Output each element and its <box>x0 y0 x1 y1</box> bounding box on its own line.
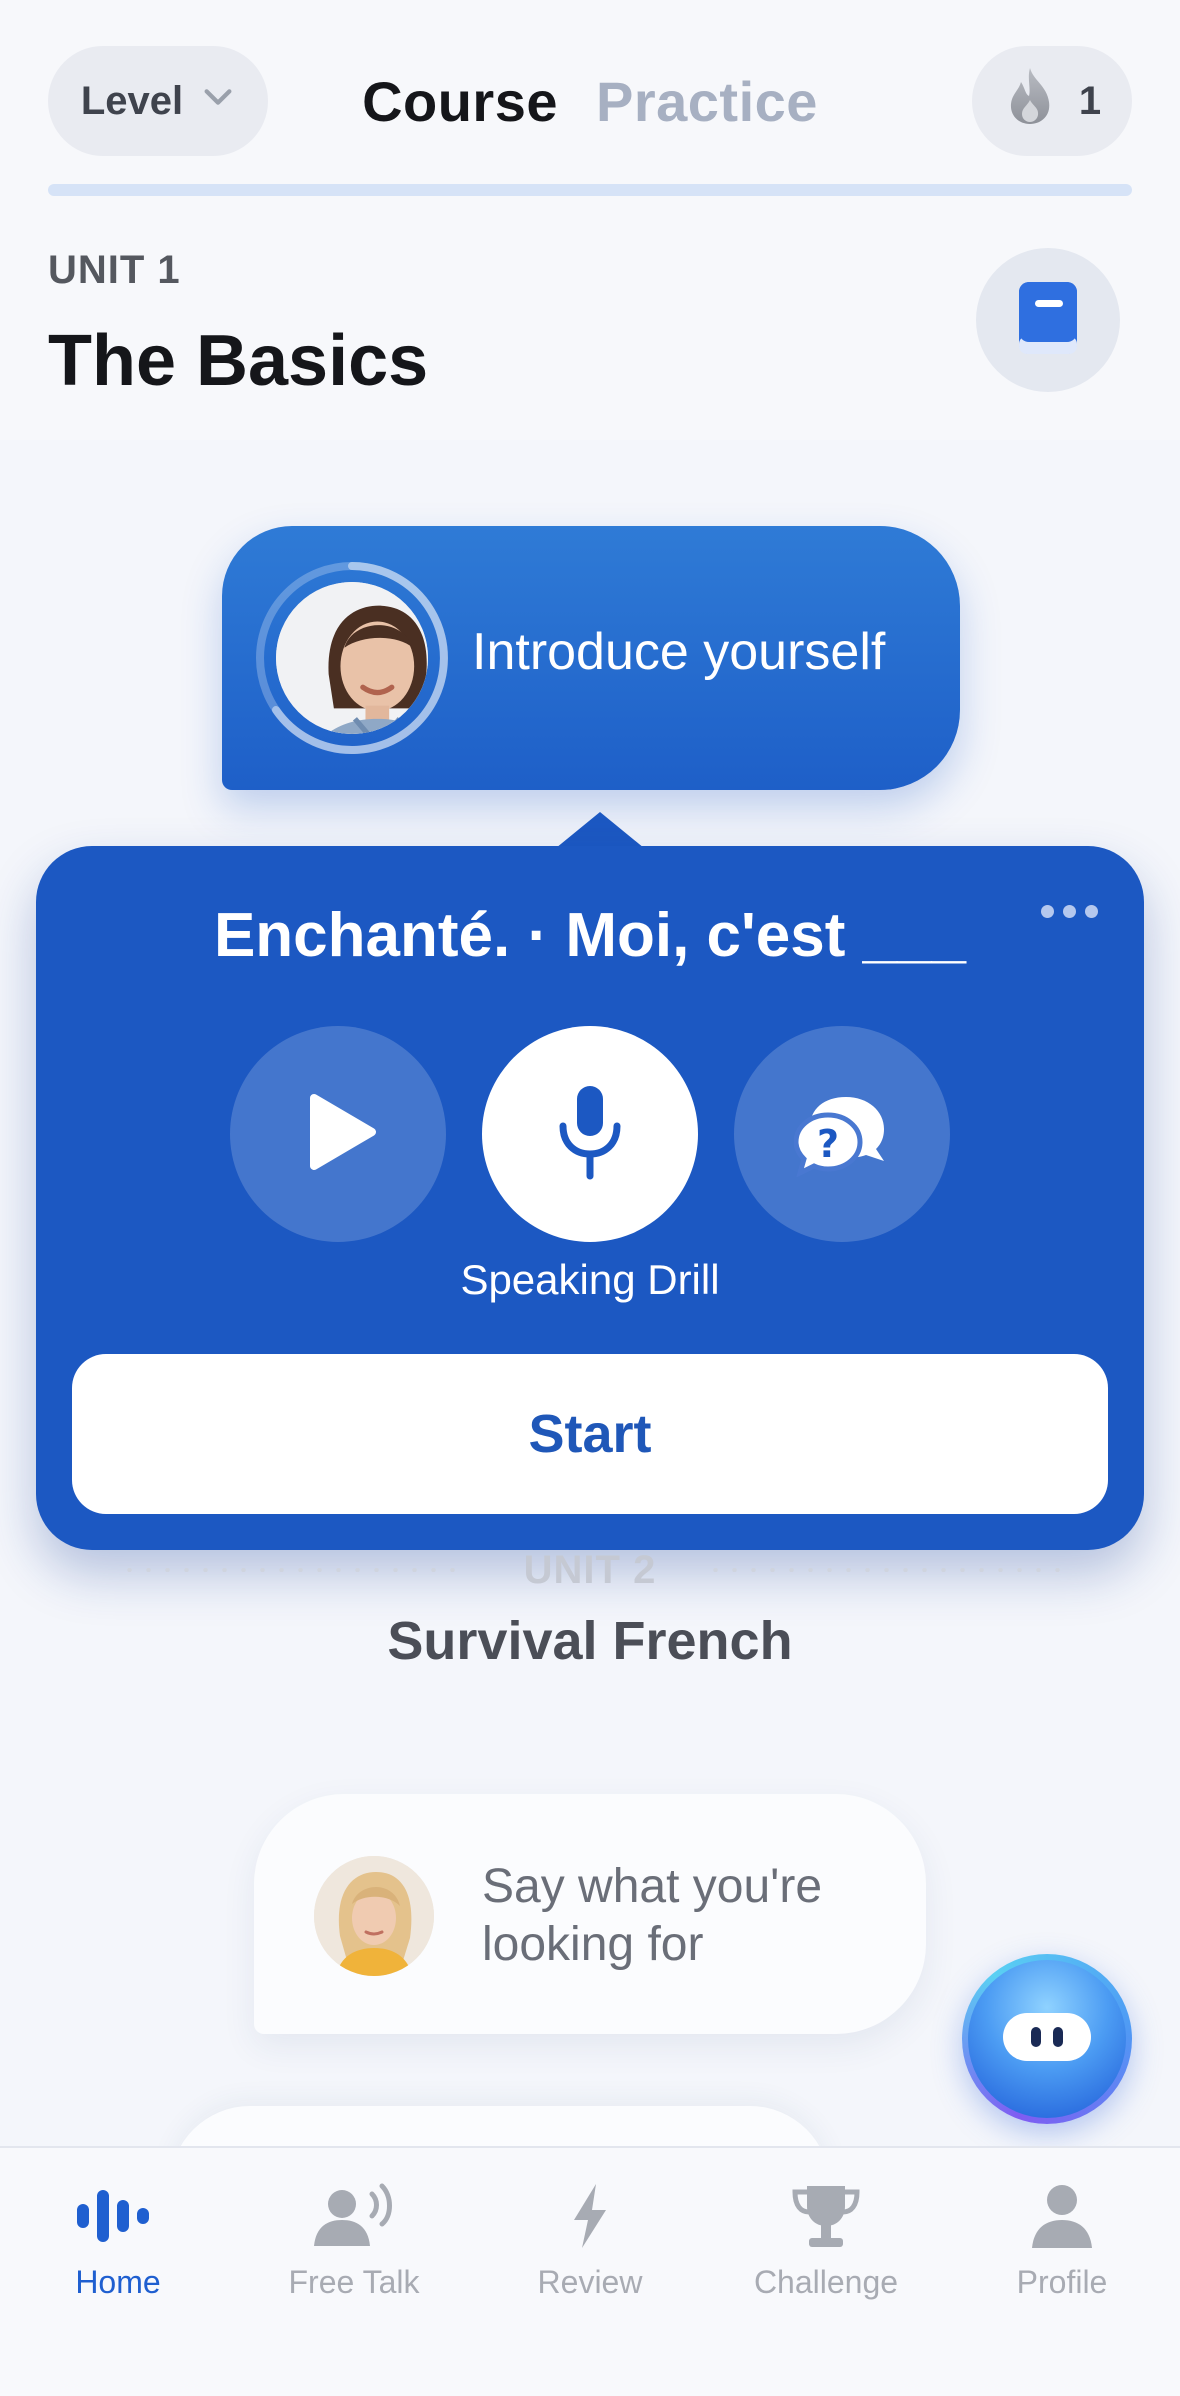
lesson-title: Introduce yourself <box>472 623 886 681</box>
course-progress-bar <box>48 184 1132 196</box>
nav-challenge-label: Challenge <box>753 2264 899 2300</box>
question-chat-icon: ? <box>793 1087 890 1182</box>
tab-course[interactable]: Course <box>362 69 558 134</box>
tutor-portrait <box>276 582 428 734</box>
play-icon <box>296 1090 380 1179</box>
speaking-person-icon <box>304 2176 404 2256</box>
drill-phrase: Enchanté. · Moi, c'est ___ <box>213 901 967 970</box>
suggestion-text: Say what you're looking for <box>482 1860 823 1971</box>
bottom-navigation: Home Free Talk Review Challenge Profile <box>0 2146 1180 2396</box>
tab-practice[interactable]: Practice <box>596 69 818 134</box>
ask-question-button[interactable]: ? <box>734 1026 950 1242</box>
nav-home-label: Home <box>75 2264 161 2300</box>
nav-review[interactable]: Review <box>472 2148 708 2318</box>
person-icon <box>1012 2176 1112 2256</box>
top-header: Level Course Practice 1 UNIT 1 The Basic… <box>0 0 1180 440</box>
drill-type-label: Speaking Drill <box>460 1256 720 1303</box>
suggestion-bubble[interactable]: Say what you're looking for <box>254 1794 926 2034</box>
nav-home[interactable]: Home <box>0 2148 236 2318</box>
streak-badge[interactable]: 1 <box>972 46 1132 156</box>
lesson-banner[interactable]: Introduce yourself <box>222 526 960 790</box>
streak-count: 1 <box>1078 78 1102 123</box>
nav-free-talk[interactable]: Free Talk <box>236 2148 472 2318</box>
chevron-down-icon <box>201 79 235 124</box>
waveform-icon <box>68 2176 168 2256</box>
lightning-icon <box>540 2176 640 2256</box>
speaking-drill-card: Enchanté. · Moi, c'est ___ ? Speaking Dr… <box>36 846 1144 1550</box>
nav-challenge[interactable]: Challenge <box>708 2148 944 2318</box>
level-label: Level <box>80 78 184 123</box>
tutor-avatar <box>252 558 452 758</box>
unit2-number: UNIT 2 <box>523 1548 657 1592</box>
record-microphone-button[interactable] <box>482 1026 698 1242</box>
unit-guide-button[interactable] <box>976 248 1120 392</box>
book-icon <box>1015 280 1081 361</box>
start-button[interactable]: Start <box>72 1354 1108 1514</box>
ai-assistant-button[interactable] <box>962 1954 1132 2124</box>
assistant-avatar <box>314 1856 434 1976</box>
unit-number: UNIT 1 <box>48 248 181 292</box>
robot-face-icon <box>1001 2007 1093 2072</box>
unit2-title: Survival French <box>387 1611 793 1671</box>
nav-profile-label: Profile <box>1016 2264 1108 2300</box>
level-selector-button[interactable]: Level <box>48 46 268 156</box>
nav-profile[interactable]: Profile <box>944 2148 1180 2318</box>
nav-free-talk-label: Free Talk <box>288 2264 420 2300</box>
nav-review-label: Review <box>537 2264 643 2300</box>
play-audio-button[interactable] <box>230 1026 446 1242</box>
unit-title: The Basics <box>48 321 429 401</box>
drill-card-pointer <box>556 812 644 848</box>
trophy-icon <box>776 2176 876 2256</box>
microphone-icon <box>555 1082 625 1187</box>
flame-icon <box>1003 66 1057 136</box>
svg-text:?: ? <box>817 1122 839 1166</box>
